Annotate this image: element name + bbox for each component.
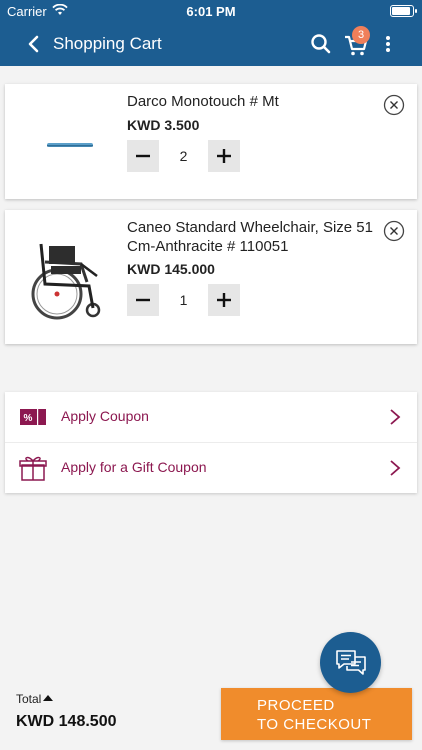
product-image-wheelchair[interactable] <box>19 224 117 328</box>
chat-button[interactable] <box>320 632 381 693</box>
product-price: KWD 3.500 <box>127 117 200 133</box>
proceed-to-checkout-button[interactable]: PROCEED TO CHECKOUT <box>221 688 412 740</box>
product-name[interactable]: Darco Monotouch # Mt <box>127 92 377 111</box>
total-label: Total <box>16 692 42 706</box>
cart-item-card: Darco Monotouch # Mt KWD 3.500 2 <box>5 84 417 199</box>
remove-item-icon[interactable] <box>383 220 405 242</box>
gift-coupon-label: Apply for a Gift Coupon <box>61 459 207 475</box>
page-title: Shopping Cart <box>53 34 162 53</box>
apply-coupon-label: Apply Coupon <box>61 408 149 424</box>
clock: 6:01 PM <box>186 4 236 19</box>
increase-quantity-button[interactable] <box>208 140 240 172</box>
quantity-value[interactable]: 1 <box>165 284 202 316</box>
svg-text:%: % <box>24 413 33 424</box>
remove-item-icon[interactable] <box>383 94 405 116</box>
checkout-label-line2: TO CHECKOUT <box>257 716 372 733</box>
cart-item-card: Caneo Standard Wheelchair, Size 51 Cm-An… <box>5 210 417 344</box>
status-bar: Carrier 6:01 PM <box>0 0 422 22</box>
chevron-right-icon <box>390 409 401 425</box>
checkout-label-line1: PROCEED <box>257 697 335 714</box>
total-amount: KWD 148.500 <box>16 713 117 730</box>
cart-count-badge: 3 <box>352 26 370 44</box>
apply-coupon-row[interactable]: % Apply Coupon <box>5 392 417 442</box>
caret-up-icon <box>43 695 54 701</box>
total-toggle[interactable]: Total <box>16 692 54 706</box>
battery-icon <box>390 5 417 17</box>
nav-bar: Shopping Cart 3 <box>0 22 422 66</box>
chevron-right-icon <box>390 460 401 476</box>
decrease-quantity-button[interactable] <box>127 140 159 172</box>
checkout-footer: Total KWD 148.500 PROCEED TO CHECKOUT <box>0 682 422 750</box>
gift-coupon-row[interactable]: Apply for a Gift Coupon <box>5 442 417 492</box>
gift-icon <box>19 456 47 481</box>
search-icon[interactable] <box>308 31 334 57</box>
coupon-section: % Apply Coupon Apply for a Gift Coupon <box>5 392 417 493</box>
chat-icon <box>336 650 366 675</box>
coupon-icon: % <box>20 409 46 425</box>
back-arrow-icon[interactable] <box>20 30 48 58</box>
product-image-monotouch[interactable] <box>19 90 117 194</box>
quantity-value[interactable]: 2 <box>165 140 202 172</box>
app-header: Carrier 6:01 PM Shopping Cart 3 <box>0 0 422 66</box>
more-icon[interactable] <box>378 32 398 56</box>
decrease-quantity-button[interactable] <box>127 284 159 316</box>
product-name[interactable]: Caneo Standard Wheelchair, Size 51 Cm-An… <box>127 218 377 256</box>
increase-quantity-button[interactable] <box>208 284 240 316</box>
product-price: KWD 145.000 <box>127 261 215 277</box>
